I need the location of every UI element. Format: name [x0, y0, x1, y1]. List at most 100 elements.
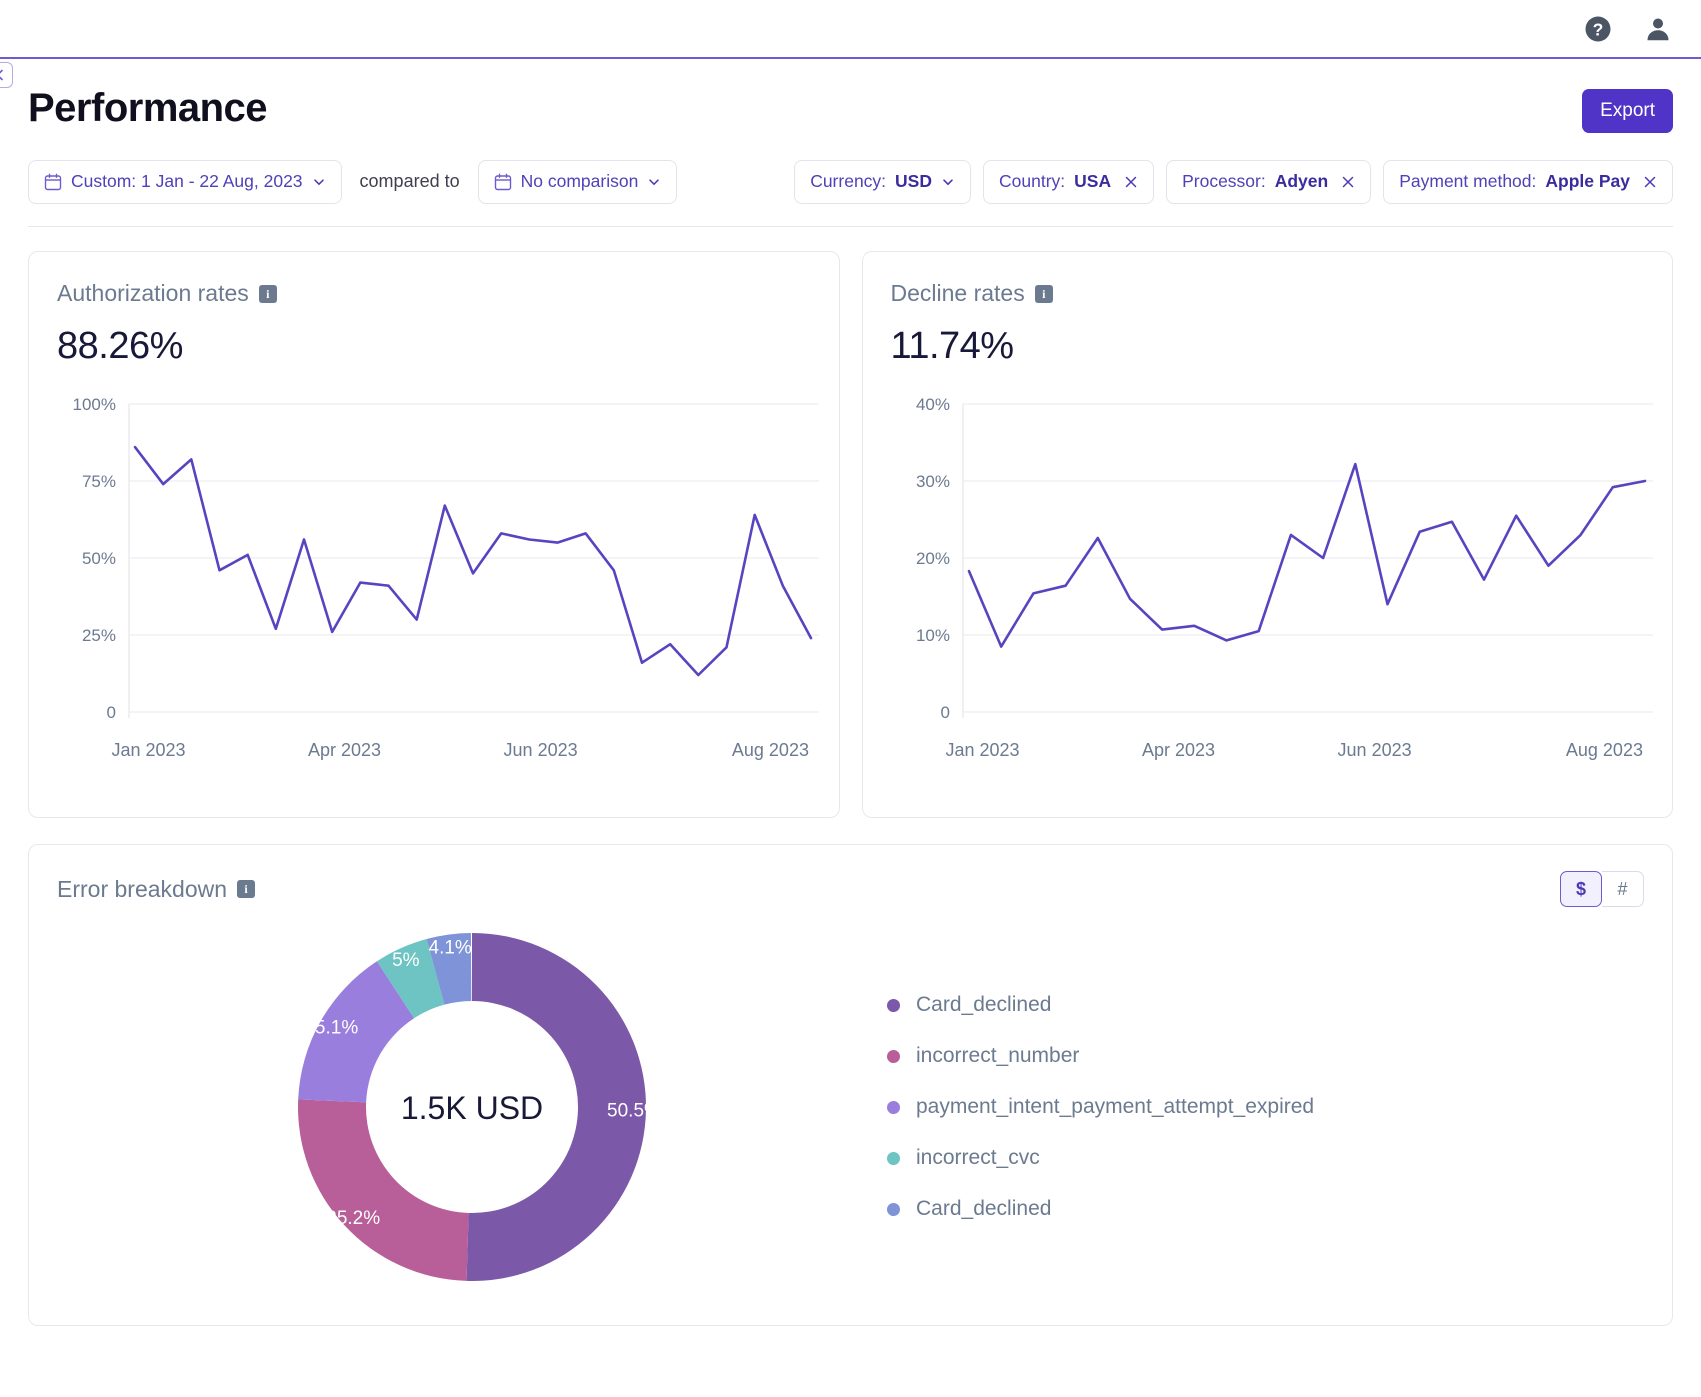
calendar-icon — [494, 173, 511, 190]
legend-color-swatch — [887, 998, 900, 1012]
close-icon[interactable] — [1341, 175, 1355, 189]
filter-chip-group: Currency: USD Country: USA Processor: Ad… — [794, 159, 1673, 204]
chevron-down-icon — [313, 178, 324, 185]
metric-cards: Authorization rates i 88.26% 0 25% 50% 75% 1… — [28, 251, 1673, 818]
info-icon[interactable]: i — [237, 880, 256, 898]
calendar-icon — [44, 173, 62, 190]
error-breakdown-panel: Error breakdown i $ # 50.5% 25.2% 15.1% 5% 4… — [28, 844, 1673, 1326]
legend-item-label: payment_intent_payment_attempt_expired — [916, 1095, 1315, 1118]
svg-text:Aug 2023: Aug 2023 — [732, 740, 809, 760]
svg-text:15.1%: 15.1% — [304, 1018, 358, 1039]
error-breakdown-title: Error breakdown — [57, 875, 228, 902]
info-icon[interactable]: i — [1034, 284, 1053, 303]
decline-rates-chart: 0 10% 20% 30% 40% Jan 2023 Apr 2023 Jun 2023 Aug… — [891, 390, 1653, 795]
date-range-label: Custom: 1 Jan - 22 Aug, 2023 — [71, 171, 303, 191]
user-avatar-icon[interactable] — [1643, 14, 1673, 44]
legend-color-swatch — [887, 1049, 900, 1063]
filter-chip-processor[interactable]: Processor: Adyen — [1166, 159, 1372, 204]
comparison-picker[interactable]: No comparison — [477, 159, 678, 204]
toggle-count-button[interactable]: # — [1602, 871, 1644, 907]
currency-count-toggle: $ # — [1560, 871, 1644, 907]
legend-item[interactable]: Card_declined — [887, 1197, 1314, 1221]
info-icon[interactable]: i — [258, 284, 277, 303]
sidebar-collapse-toggle[interactable] — [0, 62, 13, 88]
filter-chip-payment-method-value: Apple Pay — [1545, 171, 1630, 191]
card-decline-rates: Decline rates i 11.74% 0 10% 20% 30% 40% Jan … — [861, 251, 1673, 818]
svg-text:75%: 75% — [82, 472, 116, 491]
card-decline-rates-header: Decline rates i — [891, 280, 1645, 307]
card-authorization-rates: Authorization rates i 88.26% 0 25% 50% 75% 1… — [28, 251, 840, 818]
card-authorization-rates-title: Authorization rates — [57, 280, 249, 306]
close-icon[interactable] — [1643, 175, 1657, 189]
donut-chart: 50.5% 25.2% 15.1% 5% 4.1% 1.5K USD — [57, 917, 887, 1297]
legend-item-label: Card_declined — [916, 1197, 1052, 1220]
filter-chip-country-label: Country: — [999, 171, 1066, 191]
svg-text:50%: 50% — [82, 549, 116, 568]
page-title: Performance — [28, 86, 268, 130]
performance-dashboard: ? Performance Export Custom: 1 Jan - 22 … — [0, 0, 1701, 1397]
svg-text:40%: 40% — [915, 395, 949, 414]
filter-chip-currency-value: USD — [895, 171, 932, 191]
filter-chip-country-value: USA — [1074, 171, 1112, 191]
card-decline-rates-title: Decline rates — [890, 280, 1025, 306]
date-range-picker[interactable]: Custom: 1 Jan - 22 Aug, 2023 — [28, 159, 342, 204]
legend-item-label: incorrect_number — [916, 1044, 1080, 1067]
filter-toolbar: Custom: 1 Jan - 22 Aug, 2023 compared to… — [28, 159, 1673, 227]
close-icon[interactable] — [1124, 175, 1138, 189]
help-circle-icon[interactable]: ? — [1583, 14, 1613, 44]
comparison-label: No comparison — [520, 171, 639, 191]
chevron-down-icon — [943, 178, 953, 185]
svg-text:Jan 2023: Jan 2023 — [945, 740, 1019, 760]
error-breakdown-title-group: Error breakdown i — [57, 875, 256, 903]
legend-item[interactable]: payment_intent_payment_attempt_expired — [887, 1095, 1314, 1119]
top-bar: ? — [0, 0, 1701, 59]
card-authorization-rates-header: Authorization rates i — [57, 280, 811, 307]
filter-chip-country[interactable]: Country: USA — [983, 159, 1155, 204]
error-breakdown-legend: Card_declined incorrect_number payment_i… — [887, 993, 1314, 1221]
svg-text:20%: 20% — [915, 549, 949, 568]
svg-text:Apr 2023: Apr 2023 — [308, 740, 381, 760]
export-button[interactable]: Export — [1582, 89, 1673, 133]
svg-text:100%: 100% — [73, 395, 116, 414]
svg-text:50.5%: 50.5% — [607, 1101, 661, 1122]
authorization-rates-chart: 0 25% 50% 75% 100% Jan 2023 Apr 2023 Jun 2023 Au… — [57, 390, 819, 795]
card-decline-rates-value: 11.74% — [890, 325, 1015, 367]
filter-chip-processor-label: Processor: — [1182, 171, 1266, 191]
error-breakdown-body: 50.5% 25.2% 15.1% 5% 4.1% 1.5K USD Card_decli… — [57, 917, 1644, 1297]
legend-item[interactable]: incorrect_cvc — [887, 1146, 1314, 1170]
compared-to-label: compared to — [359, 171, 460, 191]
card-authorization-rates-value: 88.26% — [57, 325, 183, 367]
svg-text:Jun 2023: Jun 2023 — [504, 740, 578, 760]
svg-text:0: 0 — [107, 703, 116, 722]
legend-item[interactable]: Card_declined — [887, 993, 1314, 1017]
svg-text:10%: 10% — [915, 626, 949, 645]
svg-text:30%: 30% — [915, 472, 949, 491]
legend-item[interactable]: incorrect_number — [887, 1044, 1314, 1068]
filter-chip-payment-method-label: Payment method: — [1399, 171, 1537, 191]
legend-item-label: Card_declined — [916, 993, 1052, 1016]
chevron-left-icon — [0, 69, 3, 81]
svg-text:Jun 2023: Jun 2023 — [1337, 740, 1411, 760]
svg-text:0: 0 — [940, 703, 949, 722]
legend-color-swatch — [887, 1151, 900, 1165]
filter-chip-processor-value: Adyen — [1274, 171, 1329, 191]
filter-chip-currency-label: Currency: — [810, 171, 887, 191]
svg-text:Apr 2023: Apr 2023 — [1142, 740, 1215, 760]
legend-color-swatch — [887, 1100, 900, 1114]
legend-item-label: incorrect_cvc — [916, 1146, 1040, 1169]
filter-chip-currency[interactable]: Currency: USD — [794, 159, 971, 204]
svg-text:1.5K USD: 1.5K USD — [401, 1090, 543, 1126]
svg-text:?: ? — [1593, 19, 1604, 39]
error-breakdown-header: Error breakdown i $ # — [57, 871, 1644, 907]
svg-text:25%: 25% — [82, 626, 116, 645]
toggle-amount-button[interactable]: $ — [1560, 871, 1602, 907]
chevron-down-icon — [649, 178, 660, 185]
svg-text:Aug 2023: Aug 2023 — [1565, 740, 1642, 760]
filter-chip-payment-method[interactable]: Payment method: Apple Pay — [1383, 159, 1673, 204]
svg-text:25.2%: 25.2% — [326, 1208, 380, 1229]
svg-text:Jan 2023: Jan 2023 — [111, 740, 185, 760]
svg-text:5%: 5% — [392, 950, 420, 971]
page-header: Performance Export — [0, 59, 1701, 133]
svg-text:4.1%: 4.1% — [429, 937, 472, 958]
legend-color-swatch — [887, 1202, 900, 1216]
